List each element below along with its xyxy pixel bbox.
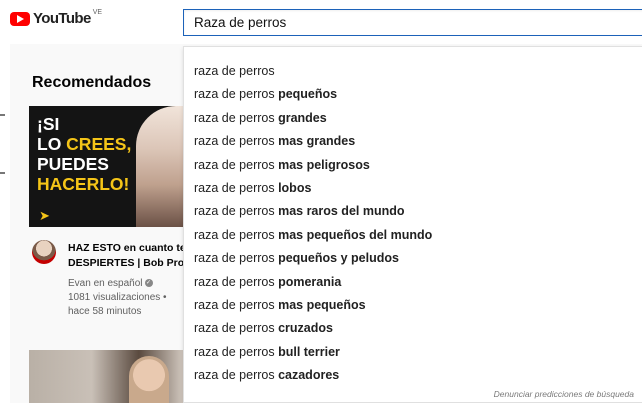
paper-plane-icon: ➤ bbox=[39, 208, 50, 223]
channel-name[interactable]: Evan en español ✓ bbox=[68, 277, 188, 291]
sidebar-item-icon[interactable] bbox=[0, 172, 5, 174]
suggestion-completion: mas peligrosos bbox=[278, 157, 370, 172]
youtube-logo[interactable]: YouTube VE bbox=[10, 9, 103, 27]
suggestion-prefix: raza de perros bbox=[194, 298, 279, 312]
suggestion-item[interactable]: raza de perros bull terrier bbox=[194, 342, 340, 362]
suggestion-item[interactable]: raza de perros lobos bbox=[194, 178, 311, 198]
suggestion-item[interactable]: raza de perros grandes bbox=[194, 108, 327, 128]
suggestion-prefix: raza de perros bbox=[194, 87, 279, 102]
suggestion-prefix: raza de perros bbox=[194, 227, 279, 242]
suggestion-completion: mas pequeños del mundo bbox=[278, 227, 433, 242]
suggestion-item[interactable]: raza de perros mas pequeños del mundo bbox=[194, 225, 432, 245]
suggestion-prefix: raza de perros bbox=[194, 251, 279, 266]
suggestion-completion: lobos bbox=[278, 181, 312, 195]
video-title[interactable]: HAZ ESTO en cuanto te DESPIERTES | Bob P… bbox=[68, 241, 186, 271]
suggestion-item[interactable]: raza de perros mas pequeños bbox=[194, 295, 366, 315]
thumbnail-line: ¡SI bbox=[37, 114, 60, 134]
suggestion-completion: pequeños bbox=[278, 87, 338, 102]
suggestion-completion: bull terrier bbox=[278, 344, 340, 359]
thumbnail-line: HACERLO! bbox=[37, 174, 130, 194]
suggestion-completion: cruzados bbox=[278, 321, 333, 336]
search-suggestions-dropdown: Denunciar predicciones de búsqueda raza … bbox=[183, 46, 642, 403]
suggestion-completion: pequeños y peludos bbox=[278, 251, 399, 266]
suggestion-item[interactable]: raza de perros pequeños bbox=[194, 84, 337, 104]
thumbnail-text: ¡SI LO CREES, PUEDES HACERLO! bbox=[37, 114, 131, 194]
suggestion-prefix: raza de perros bbox=[194, 344, 279, 359]
report-predictions-link[interactable]: Denunciar predicciones de búsqueda bbox=[494, 389, 634, 399]
thumbnail-line: LO CREES, bbox=[37, 134, 132, 154]
suggestion-prefix: raza de perros bbox=[194, 321, 279, 336]
country-code: VE bbox=[92, 9, 103, 16]
suggestion-prefix: raza de perros bbox=[194, 157, 279, 172]
play-logo-icon bbox=[10, 11, 30, 26]
suggestion-prefix: raza de perros bbox=[194, 110, 279, 125]
suggestion-item[interactable]: raza de perros mas grandes bbox=[194, 131, 355, 151]
suggestion-completion: mas grandes bbox=[278, 134, 356, 149]
suggestion-completion: cazadores bbox=[278, 368, 340, 383]
thumbnail-person bbox=[129, 356, 169, 403]
thumbnail-line: PUEDES bbox=[37, 154, 109, 174]
view-count: 1081 visualizaciones • bbox=[68, 292, 167, 303]
suggestion-item[interactable]: raza de perros mas peligrosos bbox=[194, 155, 370, 175]
video-thumbnail[interactable]: ¡SI LO CREES, PUEDES HACERLO! ➤ bbox=[29, 106, 186, 227]
thumbnail-person bbox=[136, 106, 186, 227]
suggestion-prefix: raza de perros bbox=[194, 134, 279, 149]
suggestion-completion: grandes bbox=[278, 110, 327, 125]
sidebar bbox=[0, 44, 10, 403]
upload-age: hace 58 minutos bbox=[68, 306, 142, 317]
search-box[interactable] bbox=[183, 9, 642, 36]
video-thumbnail[interactable] bbox=[29, 350, 186, 403]
suggestion-prefix: raza de perros bbox=[194, 368, 279, 383]
suggestion-item[interactable]: raza de perros pequeños y peludos bbox=[194, 248, 399, 268]
section-title: Recomendados bbox=[32, 74, 152, 91]
suggestion-item[interactable]: raza de perros bbox=[194, 61, 275, 81]
suggestion-prefix: raza de perros bbox=[194, 204, 279, 219]
suggestion-prefix: raza de perros bbox=[194, 274, 279, 289]
suggestion-completion: mas pequeños bbox=[278, 298, 366, 312]
masthead: YouTube VE bbox=[0, 0, 642, 44]
suggestion-item[interactable]: raza de perros pomerania bbox=[194, 272, 341, 292]
channel-avatar[interactable] bbox=[32, 240, 56, 264]
sidebar-item-icon[interactable] bbox=[0, 114, 5, 116]
suggestion-prefix: raza de perros bbox=[194, 64, 275, 78]
verified-check-icon: ✓ bbox=[144, 279, 153, 288]
suggestion-completion: mas raros del mundo bbox=[278, 204, 405, 219]
suggestion-completion: pomerania bbox=[278, 274, 342, 289]
suggestion-item[interactable]: raza de perros mas raros del mundo bbox=[194, 201, 405, 221]
suggestion-prefix: raza de perros bbox=[194, 181, 279, 195]
suggestion-item[interactable]: raza de perros cazadores bbox=[194, 365, 339, 385]
logo-text: YouTube bbox=[33, 10, 91, 27]
suggestion-item[interactable]: raza de perros cruzados bbox=[194, 318, 333, 338]
search-input[interactable] bbox=[184, 10, 642, 35]
